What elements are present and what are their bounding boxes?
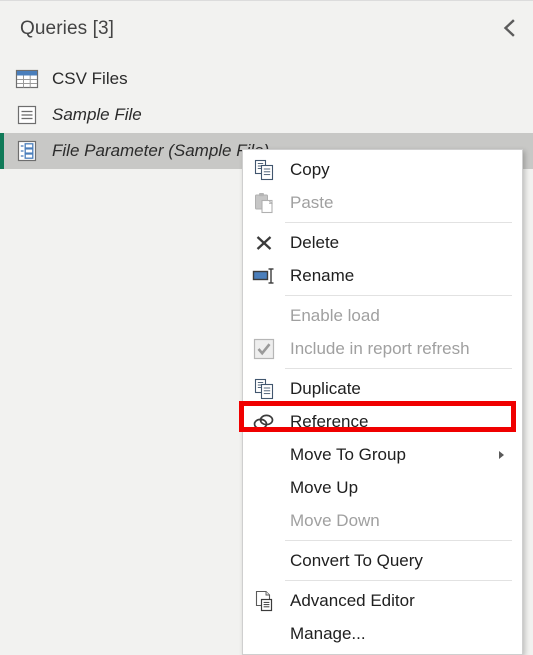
list-item-label: Sample File: [52, 105, 142, 124]
menu-item-label: Duplicate: [290, 378, 361, 398]
menu-item-label: Move To Group: [290, 444, 406, 464]
list-item[interactable]: Sample File: [0, 97, 533, 133]
menu-item-label: Copy: [290, 159, 330, 179]
menu-item-paste: Paste: [243, 186, 522, 219]
menu-item-copy[interactable]: Copy: [243, 153, 522, 186]
page-title: Queries [3]: [20, 18, 115, 39]
menu-item-label: Move Down: [290, 510, 380, 530]
rename-icon: [249, 266, 279, 286]
list-item[interactable]: CSV Files: [0, 61, 533, 97]
menu-item-move-up[interactable]: Move Up: [243, 471, 522, 504]
menu-item-label: Reference: [290, 411, 369, 431]
duplicate-icon: [249, 378, 279, 400]
reference-highlight-box: [239, 401, 516, 432]
menu-separator: [285, 580, 512, 581]
chevron-left-icon: [502, 18, 518, 38]
copy-icon: [249, 159, 279, 181]
menu-item-advanced-editor[interactable]: Advanced Editor: [243, 584, 522, 617]
queries-pane-header: Queries [3]: [0, 1, 533, 59]
menu-item-label: Rename: [290, 265, 355, 285]
menu-item-include-in-report-refresh: Include in report refresh: [243, 332, 522, 365]
parameter-icon: [14, 138, 40, 164]
menu-item-move-down: Move Down: [243, 504, 522, 537]
menu-item-label: Paste: [290, 192, 334, 212]
checkbox-checked-icon: [249, 337, 279, 361]
menu-separator: [285, 295, 512, 296]
menu-item-label: Manage...: [290, 623, 366, 643]
menu-item-label: Enable load: [290, 305, 380, 325]
menu-item-reference[interactable]: Reference: [239, 401, 522, 438]
submenu-arrow-icon: [499, 450, 504, 459]
reference-link-icon: [249, 411, 279, 433]
menu-item-move-to-group[interactable]: Move To Group: [243, 438, 522, 471]
list-icon: [14, 102, 40, 128]
menu-separator: [285, 368, 512, 369]
list-item-label: CSV Files: [52, 69, 128, 88]
menu-item-duplicate[interactable]: Duplicate: [243, 372, 522, 405]
table-icon: [14, 66, 40, 92]
paste-icon: [249, 192, 279, 214]
menu-item-label: Advanced Editor: [290, 590, 415, 610]
menu-item-label: Convert To Query: [290, 550, 423, 570]
advanced-editor-icon: [249, 590, 279, 612]
menu-item-label: Include in report refresh: [290, 338, 470, 358]
menu-item-rename[interactable]: Rename: [243, 259, 522, 292]
queries-pane: Queries [3] CSV Files Sample File File P…: [0, 0, 533, 655]
menu-separator: [285, 540, 512, 541]
menu-separator: [285, 222, 512, 223]
menu-item-enable-load: Enable load: [243, 299, 522, 332]
menu-item-manage[interactable]: Manage...: [243, 617, 522, 650]
delete-x-icon: [249, 233, 279, 253]
menu-item-convert-to-query[interactable]: Convert To Query: [243, 544, 522, 577]
context-menu: Copy Paste Delete Rename Enable load Inc…: [239, 149, 523, 655]
menu-item-label: Move Up: [290, 477, 359, 497]
menu-item-delete[interactable]: Delete: [243, 226, 522, 259]
menu-item-label: Delete: [290, 232, 340, 252]
list-item-label: File Parameter (Sample File): [52, 141, 270, 160]
collapse-pane-button[interactable]: [495, 13, 525, 43]
